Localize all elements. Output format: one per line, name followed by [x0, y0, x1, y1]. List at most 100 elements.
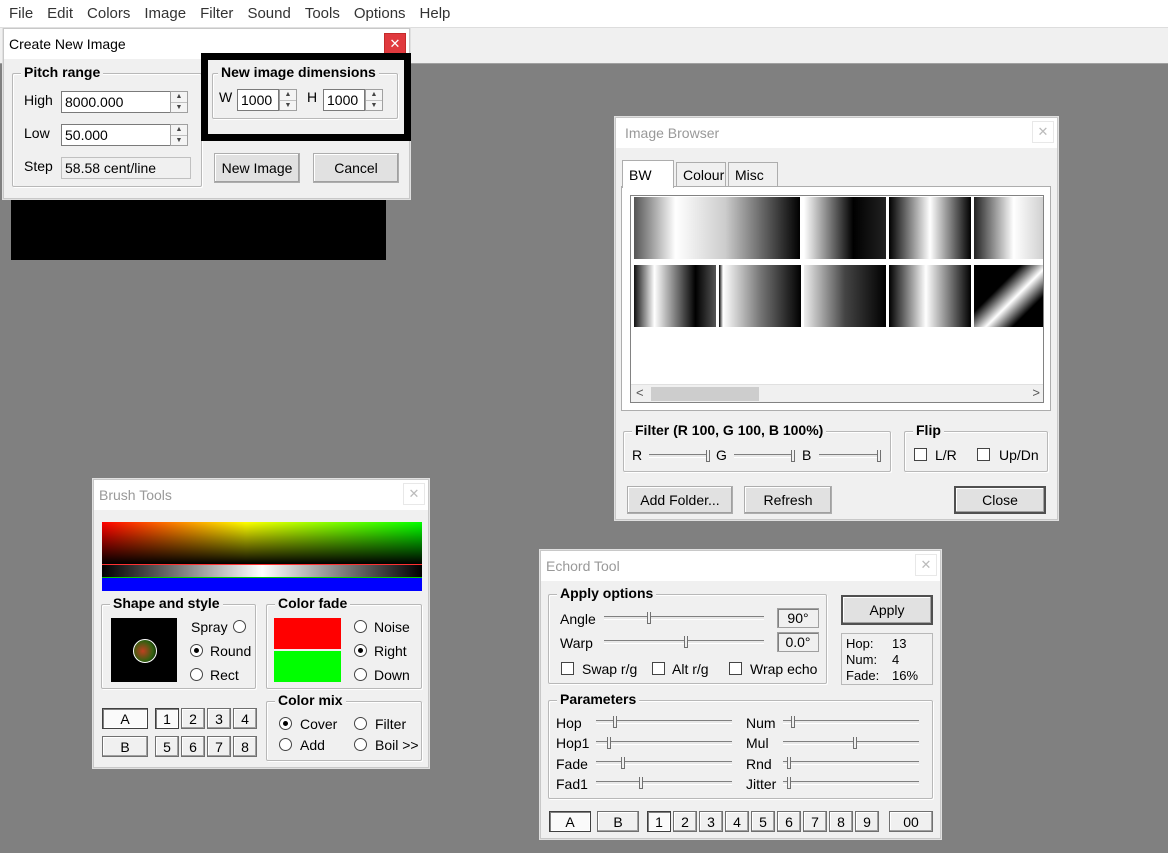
preset-7-button[interactable]: 7	[207, 736, 231, 757]
rnd-thumb[interactable]	[787, 757, 791, 769]
gradient-thumbnail[interactable]	[889, 265, 971, 327]
flip-lr-checkbox[interactable]	[914, 448, 927, 461]
cover-radio[interactable]	[279, 717, 292, 730]
jitter-slider[interactable]	[783, 781, 919, 785]
tab-bw[interactable]: BW	[622, 160, 674, 188]
hop1-thumb[interactable]	[607, 737, 611, 749]
mul-thumb[interactable]	[853, 737, 857, 749]
jitter-thumb[interactable]	[787, 777, 791, 789]
add-radio[interactable]	[279, 738, 292, 751]
preset-1-button[interactable]: 1	[647, 811, 671, 832]
height-spinner[interactable]: ▲ ▼	[365, 89, 383, 111]
gradient-thumbnail[interactable]	[719, 265, 801, 327]
scroll-right-icon[interactable]: >	[1032, 385, 1040, 400]
hop1-slider[interactable]	[596, 741, 732, 745]
preset-4-button[interactable]: 4	[725, 811, 749, 832]
slot-b-button[interactable]: B	[102, 736, 148, 757]
preset-5-button[interactable]: 5	[751, 811, 775, 832]
gradient-thumbnail[interactable]	[634, 265, 716, 327]
close-icon[interactable]: ✕	[1032, 121, 1054, 143]
scroll-left-icon[interactable]: <	[636, 385, 644, 400]
high-spinner[interactable]: ▲ ▼	[170, 91, 188, 113]
filter-radio[interactable]	[354, 717, 367, 730]
fade-color-2[interactable]	[274, 651, 341, 682]
tab-colour[interactable]: Colour	[676, 162, 726, 186]
new-image-button[interactable]: New Image	[214, 153, 300, 183]
preset-2-button[interactable]: 2	[673, 811, 697, 832]
gradient-thumbnail[interactable]	[889, 197, 971, 259]
preset-1-button[interactable]: 1	[155, 708, 179, 729]
fade-color-1[interactable]	[274, 618, 341, 649]
preset-7-button[interactable]: 7	[803, 811, 827, 832]
rect-radio[interactable]	[190, 668, 203, 681]
preset-2-button[interactable]: 2	[181, 708, 205, 729]
blue-bar[interactable]	[102, 578, 422, 591]
menu-image[interactable]: Image	[137, 5, 193, 22]
preset-3-button[interactable]: 3	[207, 708, 231, 729]
spray-radio[interactable]	[233, 620, 246, 633]
menu-edit[interactable]: Edit	[40, 5, 80, 22]
gray-ramp[interactable]	[102, 565, 422, 577]
brush-tools-titlebar[interactable]: Brush Tools	[94, 480, 428, 510]
num-slider[interactable]	[783, 720, 919, 724]
hop-thumb[interactable]	[613, 716, 617, 728]
slot-a-button[interactable]: A	[102, 708, 148, 729]
preset-9-button[interactable]: 9	[855, 811, 879, 832]
noise-radio[interactable]	[354, 620, 367, 633]
mul-slider[interactable]	[783, 741, 919, 745]
echord-tool-titlebar[interactable]: Echord Tool	[541, 551, 940, 581]
close-button[interactable]: Close	[954, 486, 1046, 514]
rnd-slider[interactable]	[783, 761, 919, 765]
add-folder-button[interactable]: Add Folder...	[627, 486, 733, 514]
cancel-button[interactable]: Cancel	[313, 153, 399, 183]
menu-colors[interactable]: Colors	[80, 5, 137, 22]
down-radio[interactable]	[354, 668, 367, 681]
angle-slider[interactable]	[604, 616, 764, 620]
preset-00-button[interactable]: 00	[889, 811, 933, 832]
round-radio[interactable]	[190, 644, 203, 657]
angle-thumb[interactable]	[647, 612, 651, 624]
filter-b-thumb[interactable]	[877, 450, 881, 462]
filter-r-slider[interactable]	[649, 454, 709, 458]
fad1-thumb[interactable]	[639, 777, 643, 789]
alt-rg-checkbox[interactable]	[652, 662, 665, 675]
horizontal-scrollbar[interactable]: < >	[631, 384, 1043, 402]
slot-a-button[interactable]: A	[549, 811, 591, 832]
low-field[interactable]: 50.000	[61, 124, 173, 146]
fad1-slider[interactable]	[596, 781, 732, 785]
fade-thumb[interactable]	[621, 757, 625, 769]
menu-file[interactable]: File	[2, 5, 40, 22]
num-thumb[interactable]	[791, 716, 795, 728]
preset-3-button[interactable]: 3	[699, 811, 723, 832]
menu-sound[interactable]: Sound	[240, 5, 297, 22]
low-spinner[interactable]: ▲ ▼	[170, 124, 188, 146]
close-icon[interactable]: ✕	[403, 483, 425, 505]
filter-g-thumb[interactable]	[791, 450, 795, 462]
height-field[interactable]: 1000	[323, 89, 365, 111]
menu-filter[interactable]: Filter	[193, 5, 240, 22]
image-browser-titlebar[interactable]: Image Browser	[616, 118, 1057, 148]
flip-updn-checkbox[interactable]	[977, 448, 990, 461]
width-spinner[interactable]: ▲ ▼	[279, 89, 297, 111]
menu-tools[interactable]: Tools	[298, 5, 347, 22]
close-icon[interactable]: ✕	[915, 554, 937, 576]
preset-5-button[interactable]: 5	[155, 736, 179, 757]
width-field[interactable]: 1000	[237, 89, 279, 111]
apply-button[interactable]: Apply	[841, 595, 933, 625]
warp-thumb[interactable]	[684, 636, 688, 648]
swap-rg-checkbox[interactable]	[561, 662, 574, 675]
gradient-thumbnail[interactable]	[634, 197, 800, 259]
gradient-thumbnail[interactable]	[804, 265, 886, 327]
preset-4-button[interactable]: 4	[233, 708, 257, 729]
refresh-button[interactable]: Refresh	[744, 486, 832, 514]
menu-help[interactable]: Help	[413, 5, 458, 22]
high-field[interactable]: 8000.000	[61, 91, 173, 113]
close-icon[interactable]: ✕	[384, 33, 406, 55]
preset-8-button[interactable]: 8	[233, 736, 257, 757]
gradient-thumbnail[interactable]	[974, 197, 1043, 259]
scroll-thumb[interactable]	[651, 387, 759, 401]
preset-8-button[interactable]: 8	[829, 811, 853, 832]
tab-misc[interactable]: Misc	[728, 162, 778, 186]
color-spectrum[interactable]	[102, 522, 422, 564]
gradient-thumbnail[interactable]	[804, 197, 886, 259]
